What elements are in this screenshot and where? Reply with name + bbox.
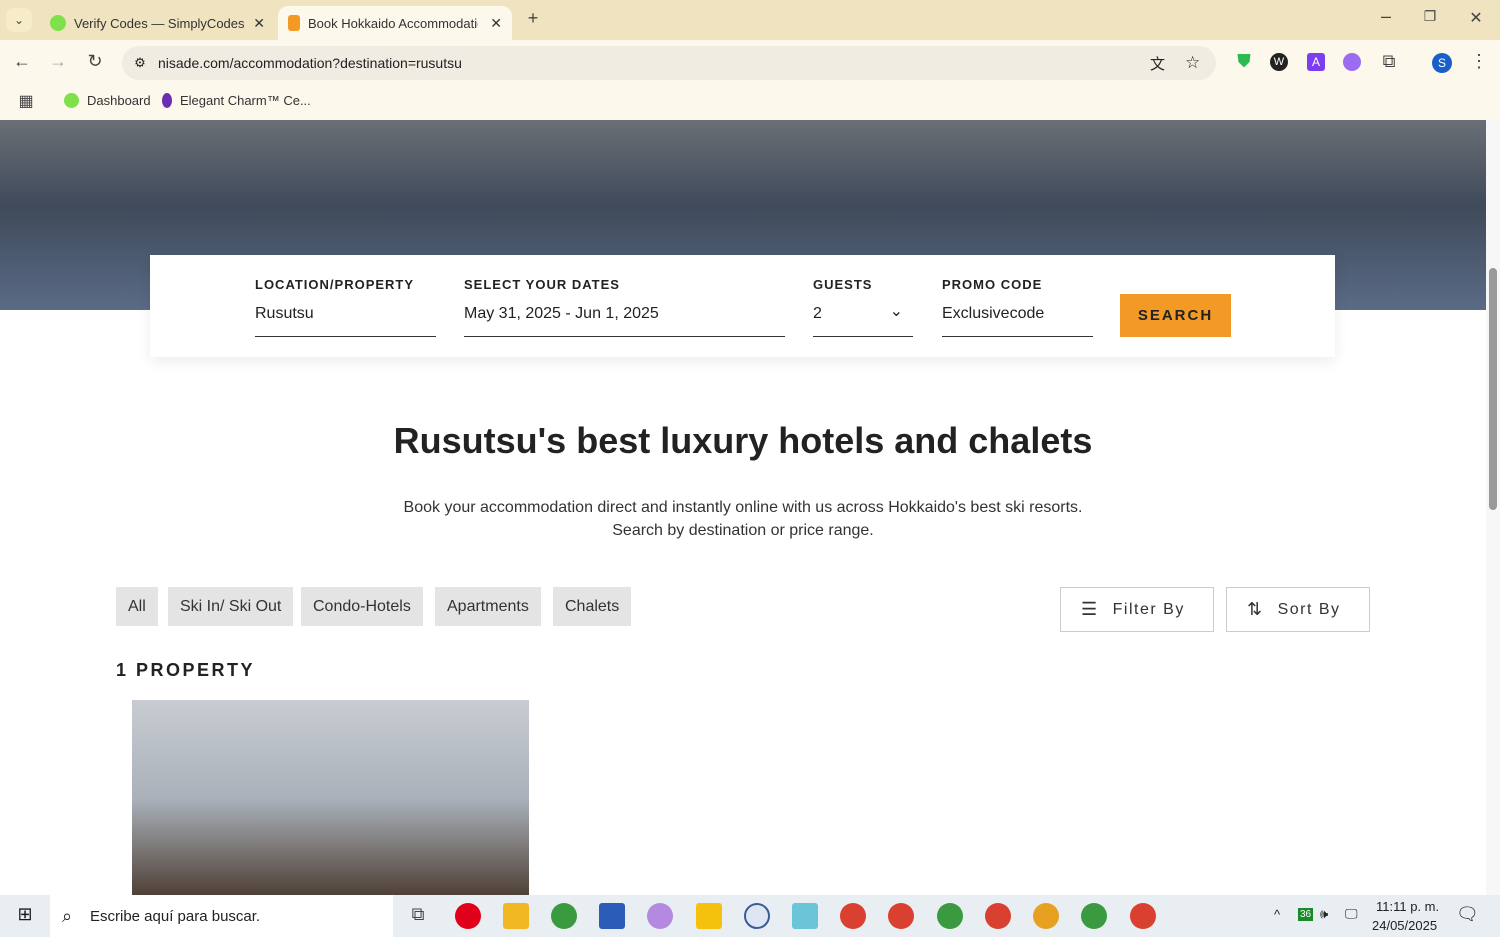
a-extension-icon[interactable]: A [1307, 53, 1325, 71]
opera-icon[interactable] [455, 903, 481, 929]
shield-extension-icon[interactable]: ⛊ [1234, 51, 1254, 72]
profile-avatar[interactable]: S [1432, 53, 1452, 73]
network-icon[interactable]: 🖵 [1345, 906, 1358, 922]
extensions-puzzle-icon[interactable]: ⧉ [1379, 51, 1399, 72]
apps-grid-icon[interactable]: ▦ [16, 91, 36, 111]
new-tab-icon[interactable]: + [522, 8, 544, 29]
word-icon[interactable] [599, 903, 625, 929]
chrome-profile-icon[interactable] [840, 903, 866, 929]
tray-badge[interactable]: 36 [1298, 908, 1314, 921]
chrome-profile-icon[interactable] [985, 903, 1011, 929]
dates-label: SELECT YOUR DATES [464, 277, 620, 292]
property-card-image[interactable] [132, 700, 529, 895]
filter-chip-ski-in-ski-out[interactable]: Ski In/ Ski Out [168, 587, 294, 626]
chevron-down-icon: ⌄ [889, 303, 903, 320]
bookmark-star-icon[interactable]: ☆ [1185, 53, 1200, 73]
guests-label: GUESTS [813, 277, 873, 292]
dates-input[interactable]: May 31, 2025 - Jun 1, 2025 [464, 305, 785, 337]
windows-start-icon[interactable]: ⊞ [14, 904, 36, 925]
clock-time[interactable]: 11:11 p. m. [1376, 899, 1439, 914]
nisade-favicon-icon [288, 15, 300, 31]
scrollbar-thumb[interactable] [1489, 268, 1497, 510]
restore-icon[interactable]: ❐ [1420, 8, 1440, 25]
close-window-icon[interactable]: ✕ [1466, 8, 1486, 28]
address-bar[interactable]: ⚙ nisade.com/accommodation?destination=r… [122, 46, 1216, 80]
chrome-profile-icon[interactable] [1033, 903, 1059, 929]
translate-icon[interactable]: 文 [1150, 53, 1165, 74]
sort-arrows-icon: ⇅ [1247, 599, 1264, 619]
simplycodes-favicon-icon [64, 93, 79, 108]
taskbar-search-input[interactable]: ⌕ Escribe aquí para buscar. [50, 895, 393, 937]
tab-book-hokkaido[interactable]: Book Hokkaido Accommodatio ✕ [278, 6, 512, 40]
file-explorer-icon[interactable] [503, 903, 529, 929]
site-info-icon[interactable]: ⚙ [122, 55, 158, 71]
promo-code-input[interactable]: Exclusivecode [942, 305, 1093, 337]
bookmark-elegant-charm[interactable]: Elegant Charm™ Ce... [162, 93, 311, 108]
page-content: LOCATION/PROPERTY Rusutsu SELECT YOUR DA… [0, 120, 1486, 895]
browser-toolbar: ← → ↻ ⚙ nisade.com/accommodation?destina… [0, 40, 1500, 85]
reload-icon[interactable]: ↻ [83, 51, 107, 72]
sliders-icon: ☰ [1081, 599, 1099, 619]
booking-search-form: LOCATION/PROPERTY Rusutsu SELECT YOUR DA… [150, 255, 1335, 357]
show-hidden-icons-chevron-icon[interactable]: ^ [1274, 907, 1280, 922]
page-title: Rusutsu's best luxury hotels and chalets [393, 420, 1093, 461]
close-tab-icon[interactable]: ✕ [490, 15, 502, 32]
chrome-profile-icon[interactable] [937, 903, 963, 929]
filter-chip-apartments[interactable]: Apartments [435, 587, 541, 626]
close-tab-icon[interactable]: ✕ [253, 15, 265, 32]
minimize-icon[interactable]: – [1376, 6, 1396, 27]
windows-taskbar: ⊞ ⌕ Escribe aquí para buscar. ⧉ ^ 36 🕪 🖵 … [0, 895, 1500, 937]
clock-date[interactable]: 24/05/2025 [1372, 918, 1437, 933]
page-scrollbar[interactable] [1486, 120, 1500, 895]
filter-by-button[interactable]: ☰ Filter By [1060, 587, 1214, 632]
tab-verify-codes[interactable]: Verify Codes — SimplyCodes ✕ [40, 6, 275, 40]
notes-app-icon[interactable] [792, 903, 818, 929]
volume-icon[interactable]: 🕪 [1320, 906, 1328, 922]
menu-kebab-icon[interactable]: ⋮ [1470, 51, 1488, 72]
chrome-icon[interactable] [551, 903, 577, 929]
search-icon: ⌕ [62, 905, 73, 926]
filter-chip-condo-hotels[interactable]: Condo-Hotels [301, 587, 423, 626]
forward-icon[interactable]: → [46, 51, 70, 72]
task-view-icon[interactable]: ⧉ [406, 904, 430, 925]
location-label: LOCATION/PROPERTY [255, 277, 415, 292]
location-input[interactable]: Rusutsu [255, 305, 436, 337]
guests-select[interactable]: 2 ⌄ [813, 303, 913, 337]
chrome-profile-icon[interactable] [1130, 903, 1156, 929]
search-button[interactable]: SEARCH [1120, 294, 1231, 337]
simplycodes-favicon-icon [50, 15, 66, 31]
flame-favicon-icon [162, 93, 172, 108]
bookmark-dashboard[interactable]: Dashboard [64, 93, 151, 108]
filter-chip-chalets[interactable]: Chalets [553, 587, 632, 626]
promo-label: PROMO CODE [942, 277, 1043, 292]
page-subtitle: Book your accommodation direct and insta… [403, 499, 1083, 539]
tab-search-chevron-icon[interactable]: ⌄ [6, 8, 32, 32]
back-icon[interactable]: ← [10, 51, 34, 72]
filter-chip-all[interactable]: All [116, 587, 158, 626]
clock-app-icon[interactable] [744, 903, 770, 929]
notifications-icon[interactable]: 🗨 [1456, 904, 1479, 925]
tab-bar: ⌄ Verify Codes — SimplyCodes ✕ Book Hokk… [0, 0, 1500, 40]
chrome-profile-icon[interactable] [1081, 903, 1107, 929]
bookmarks-bar: ▦ Dashboard Elegant Charm™ Ce... [0, 85, 1500, 120]
sort-by-button[interactable]: ⇅ Sort By [1226, 587, 1370, 632]
feather-app-icon[interactable] [647, 903, 673, 929]
w-extension-icon[interactable]: W [1270, 53, 1288, 71]
property-count: 1 PROPERTY [116, 660, 256, 680]
purple-extension-icon[interactable] [1343, 53, 1361, 71]
pdf-app-icon[interactable] [696, 903, 722, 929]
chrome-profile-icon[interactable] [888, 903, 914, 929]
